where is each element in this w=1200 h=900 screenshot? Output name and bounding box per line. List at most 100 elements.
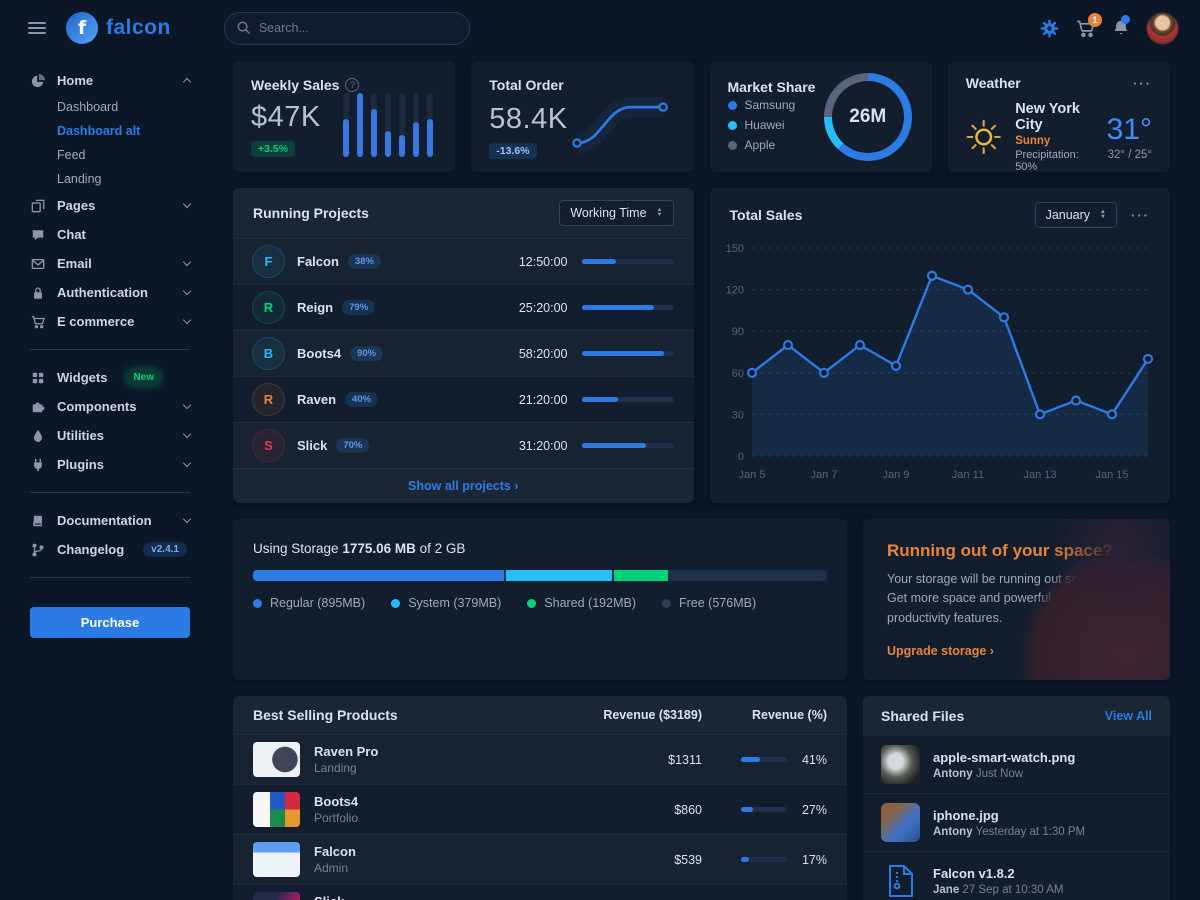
sidebar-label: Changelog <box>57 542 124 557</box>
home-subnav: Dashboard Dashboard alt Feed Landing <box>30 95 190 191</box>
view-all-link[interactable]: View All <box>1105 709 1152 723</box>
more-menu-icon[interactable]: ··· <box>1133 76 1152 91</box>
brand-logo[interactable]: f falcon <box>66 12 171 44</box>
sidebar-item-landing[interactable]: Landing <box>57 167 190 191</box>
best-selling-products-card: Best Selling Products Revenue ($3189) Re… <box>233 696 847 900</box>
file-row[interactable]: apple-smart-watch.png Antony Just Now <box>863 736 1170 793</box>
search-input[interactable] <box>224 12 470 45</box>
sidebar-item-dashboard[interactable]: Dashboard <box>57 95 190 119</box>
sidebar-item-plugins[interactable]: Plugins <box>30 450 190 479</box>
svg-text:Jan 9: Jan 9 <box>882 469 909 481</box>
weekly-sales-card: Weekly Sales ? $47K +3.5% <box>233 62 455 172</box>
sidebar-label: Documentation <box>57 513 152 528</box>
bell-icon[interactable] <box>1112 19 1130 37</box>
product-row[interactable]: SlickBuilder $245 8% <box>233 884 847 900</box>
sidebar-label: Utilities <box>57 428 104 443</box>
storage-card: Using Storage 1775.06 MB of 2 GB Regular… <box>233 519 847 680</box>
product-row[interactable]: Boots4Portfolio $860 27% <box>233 784 847 834</box>
file-row[interactable]: iphone.jpg Antony Yesterday at 1:30 PM <box>863 793 1170 851</box>
sidebar-item-documentation[interactable]: Documentation <box>30 506 190 535</box>
legend-item: Huawei <box>728 115 816 135</box>
total-order-badge: -13.6% <box>489 143 536 159</box>
sidebar-item-email[interactable]: Email <box>30 249 190 278</box>
project-row[interactable]: R Raven 40% 21:20:00 <box>233 376 694 422</box>
help-icon[interactable]: ? <box>345 78 359 92</box>
chevron-down-icon <box>183 287 191 295</box>
more-menu-icon[interactable]: ··· <box>1131 208 1150 223</box>
settings-gear-icon[interactable] <box>1040 19 1059 38</box>
project-row[interactable]: S Slick 70% 31:20:00 <box>233 422 694 468</box>
chevron-down-icon <box>183 459 191 467</box>
chevron-down-icon <box>183 430 191 438</box>
legend-item: Regular (895MB) <box>253 596 365 610</box>
sidebar-item-feed[interactable]: Feed <box>57 143 190 167</box>
svg-text:Jan 11: Jan 11 <box>951 469 983 481</box>
running-projects-card: Running Projects Working Time ▲▼ F Falco… <box>233 188 694 503</box>
cart-icon[interactable]: 1 <box>1076 19 1095 38</box>
sidebar-item-chat[interactable]: Chat <box>30 220 190 249</box>
new-badge: New <box>126 370 161 385</box>
card-title: Shared Files <box>881 708 964 724</box>
project-row[interactable]: F Falcon 38% 12:50:00 <box>233 238 694 284</box>
space-title: Running out of your space? <box>887 541 1146 561</box>
topbar-actions: 1 <box>1040 13 1178 44</box>
chevron-down-icon <box>183 515 191 523</box>
percent-badge: 90% <box>350 346 383 361</box>
revenue-progressbar <box>741 757 787 762</box>
percent-badge: 38% <box>348 254 381 269</box>
code-branch-icon <box>30 543 46 557</box>
sidebar-item-ecommerce[interactable]: E commerce <box>30 307 190 336</box>
hamburger-menu-icon[interactable] <box>28 19 46 37</box>
file-row[interactable]: Falcon v1.8.2 Jane 27 Sep at 10:30 AM <box>863 851 1170 900</box>
svg-text:Jan 15: Jan 15 <box>1095 469 1128 481</box>
card-title: Total Sales <box>730 207 803 223</box>
project-row[interactable]: R Reign 79% 25:20:00 <box>233 284 694 330</box>
sidebar-divider <box>30 349 190 350</box>
product-row[interactable]: Raven ProLanding $1311 41% <box>233 734 847 784</box>
sidebar-item-utilities[interactable]: Utilities <box>30 421 190 450</box>
product-thumbnail <box>253 892 300 900</box>
sidebar: Home Dashboard Dashboard alt Feed Landin… <box>0 0 216 900</box>
product-row[interactable]: FalconAdmin $539 17% <box>233 834 847 884</box>
sidebar-item-home[interactable]: Home <box>30 66 190 95</box>
sidebar-divider <box>30 577 190 578</box>
sidebar-item-dashboard-alt[interactable]: Dashboard alt <box>57 119 190 143</box>
plug-icon <box>30 458 46 472</box>
user-avatar[interactable] <box>1147 13 1178 44</box>
sidebar-divider <box>30 492 190 493</box>
card-title: Running Projects <box>253 205 369 221</box>
project-avatar: B <box>253 338 284 369</box>
col-percent-header: Revenue (%) <box>702 708 827 722</box>
total-sales-line-chart: 0306090120150Jan 5Jan 7Jan 9Jan 11Jan 13… <box>710 232 1171 493</box>
sidebar-item-pages[interactable]: Pages <box>30 191 190 220</box>
project-time: 25:20:00 <box>519 301 568 315</box>
envelope-icon <box>30 257 46 271</box>
total-order-card: Total Order 58.4K -13.6% <box>471 62 693 172</box>
legend-item: Free (576MB) <box>662 596 756 610</box>
puzzle-icon <box>30 400 46 414</box>
show-all-projects-link[interactable]: Show all projects › <box>233 468 694 503</box>
sidebar-item-components[interactable]: Components <box>30 392 190 421</box>
chevron-down-icon <box>183 316 191 324</box>
pages-icon <box>30 199 46 213</box>
month-select[interactable]: January ▲▼ <box>1035 202 1117 228</box>
select-arrows-icon: ▲▼ <box>657 208 663 218</box>
sidebar-label: Home <box>57 73 93 88</box>
sidebar-item-widgets[interactable]: Widgets New <box>30 363 190 392</box>
market-share-card: Market Share Samsung Huawei Apple 26M <box>710 62 932 172</box>
sidebar-label: Pages <box>57 198 95 213</box>
sidebar-label: Widgets <box>57 370 107 385</box>
svg-text:120: 120 <box>725 285 743 297</box>
legend-item: Samsung <box>728 95 816 115</box>
sidebar-item-authentication[interactable]: Authentication <box>30 278 190 307</box>
chevron-down-icon <box>183 258 191 266</box>
upgrade-storage-link[interactable]: Upgrade storage › <box>887 644 994 658</box>
purchase-button[interactable]: Purchase <box>30 607 190 638</box>
project-progressbar <box>582 397 674 402</box>
project-row[interactable]: B Boots4 90% 58:20:00 <box>233 330 694 376</box>
working-time-select[interactable]: Working Time ▲▼ <box>559 200 673 226</box>
drop-icon <box>30 429 46 443</box>
sidebar-item-changelog[interactable]: Changelog v2.4.1 <box>30 535 190 564</box>
topbar: f falcon 1 <box>0 0 1200 56</box>
svg-text:Jan 13: Jan 13 <box>1023 469 1056 481</box>
